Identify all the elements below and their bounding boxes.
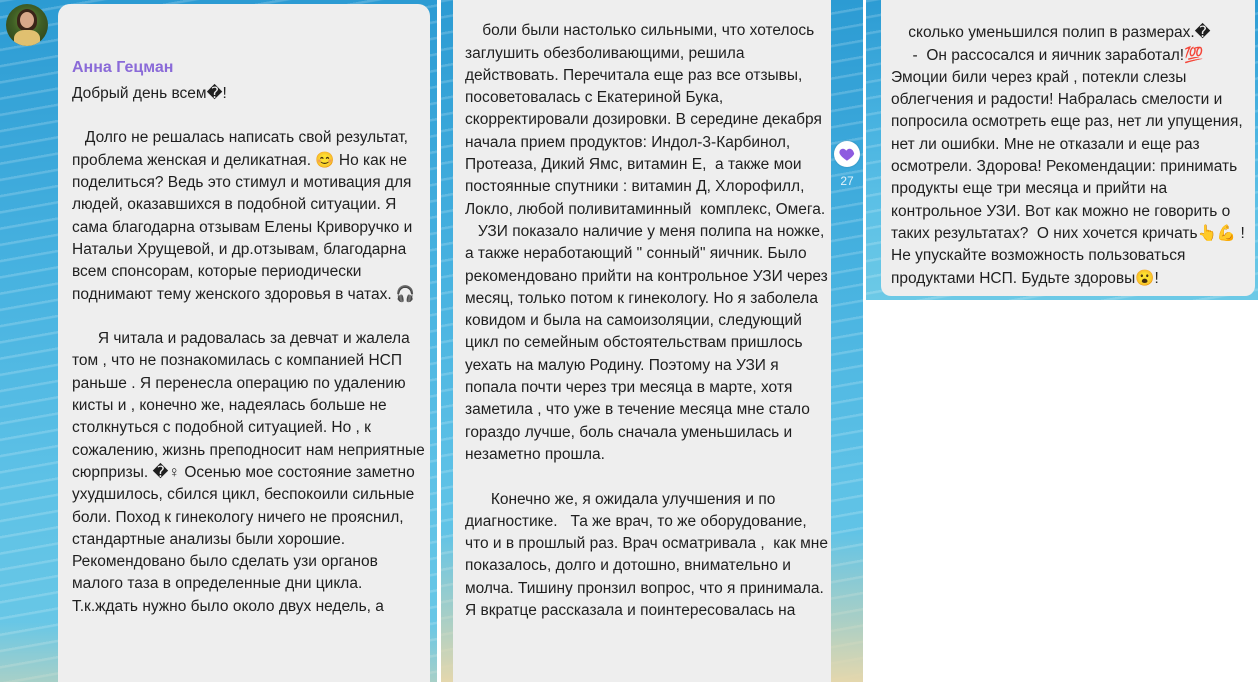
chat-panel-middle: боли были настолько сильными, что хотело…	[441, 0, 863, 682]
chat-panel-left: Анна Гецман Добрый день всем�! Долго не р…	[0, 0, 437, 682]
message-bubble-end: сколько уменьшился полип в размерах.� - …	[881, 0, 1255, 296]
message-bubble-continued: боли были настолько сильными, что хотело…	[453, 0, 831, 682]
message-bubble: Анна Гецман Добрый день всем�! Долго не р…	[58, 4, 430, 682]
message-text-part-2: боли были настолько сильными, что хотело…	[465, 22, 828, 620]
heart-icon	[839, 148, 855, 161]
reaction-count: 27	[840, 174, 854, 188]
message-text-part-3: сколько уменьшился полип в размерах.� - …	[891, 24, 1245, 287]
chat-panel-right: сколько уменьшился полип в размерах.� - …	[866, 0, 1258, 300]
avatar[interactable]	[6, 4, 48, 46]
message-text-part-1: Добрый день всем�! Долго не решалась нап…	[72, 84, 425, 615]
author-name[interactable]: Анна Гецман	[72, 57, 430, 79]
reaction-button[interactable]	[834, 141, 860, 167]
